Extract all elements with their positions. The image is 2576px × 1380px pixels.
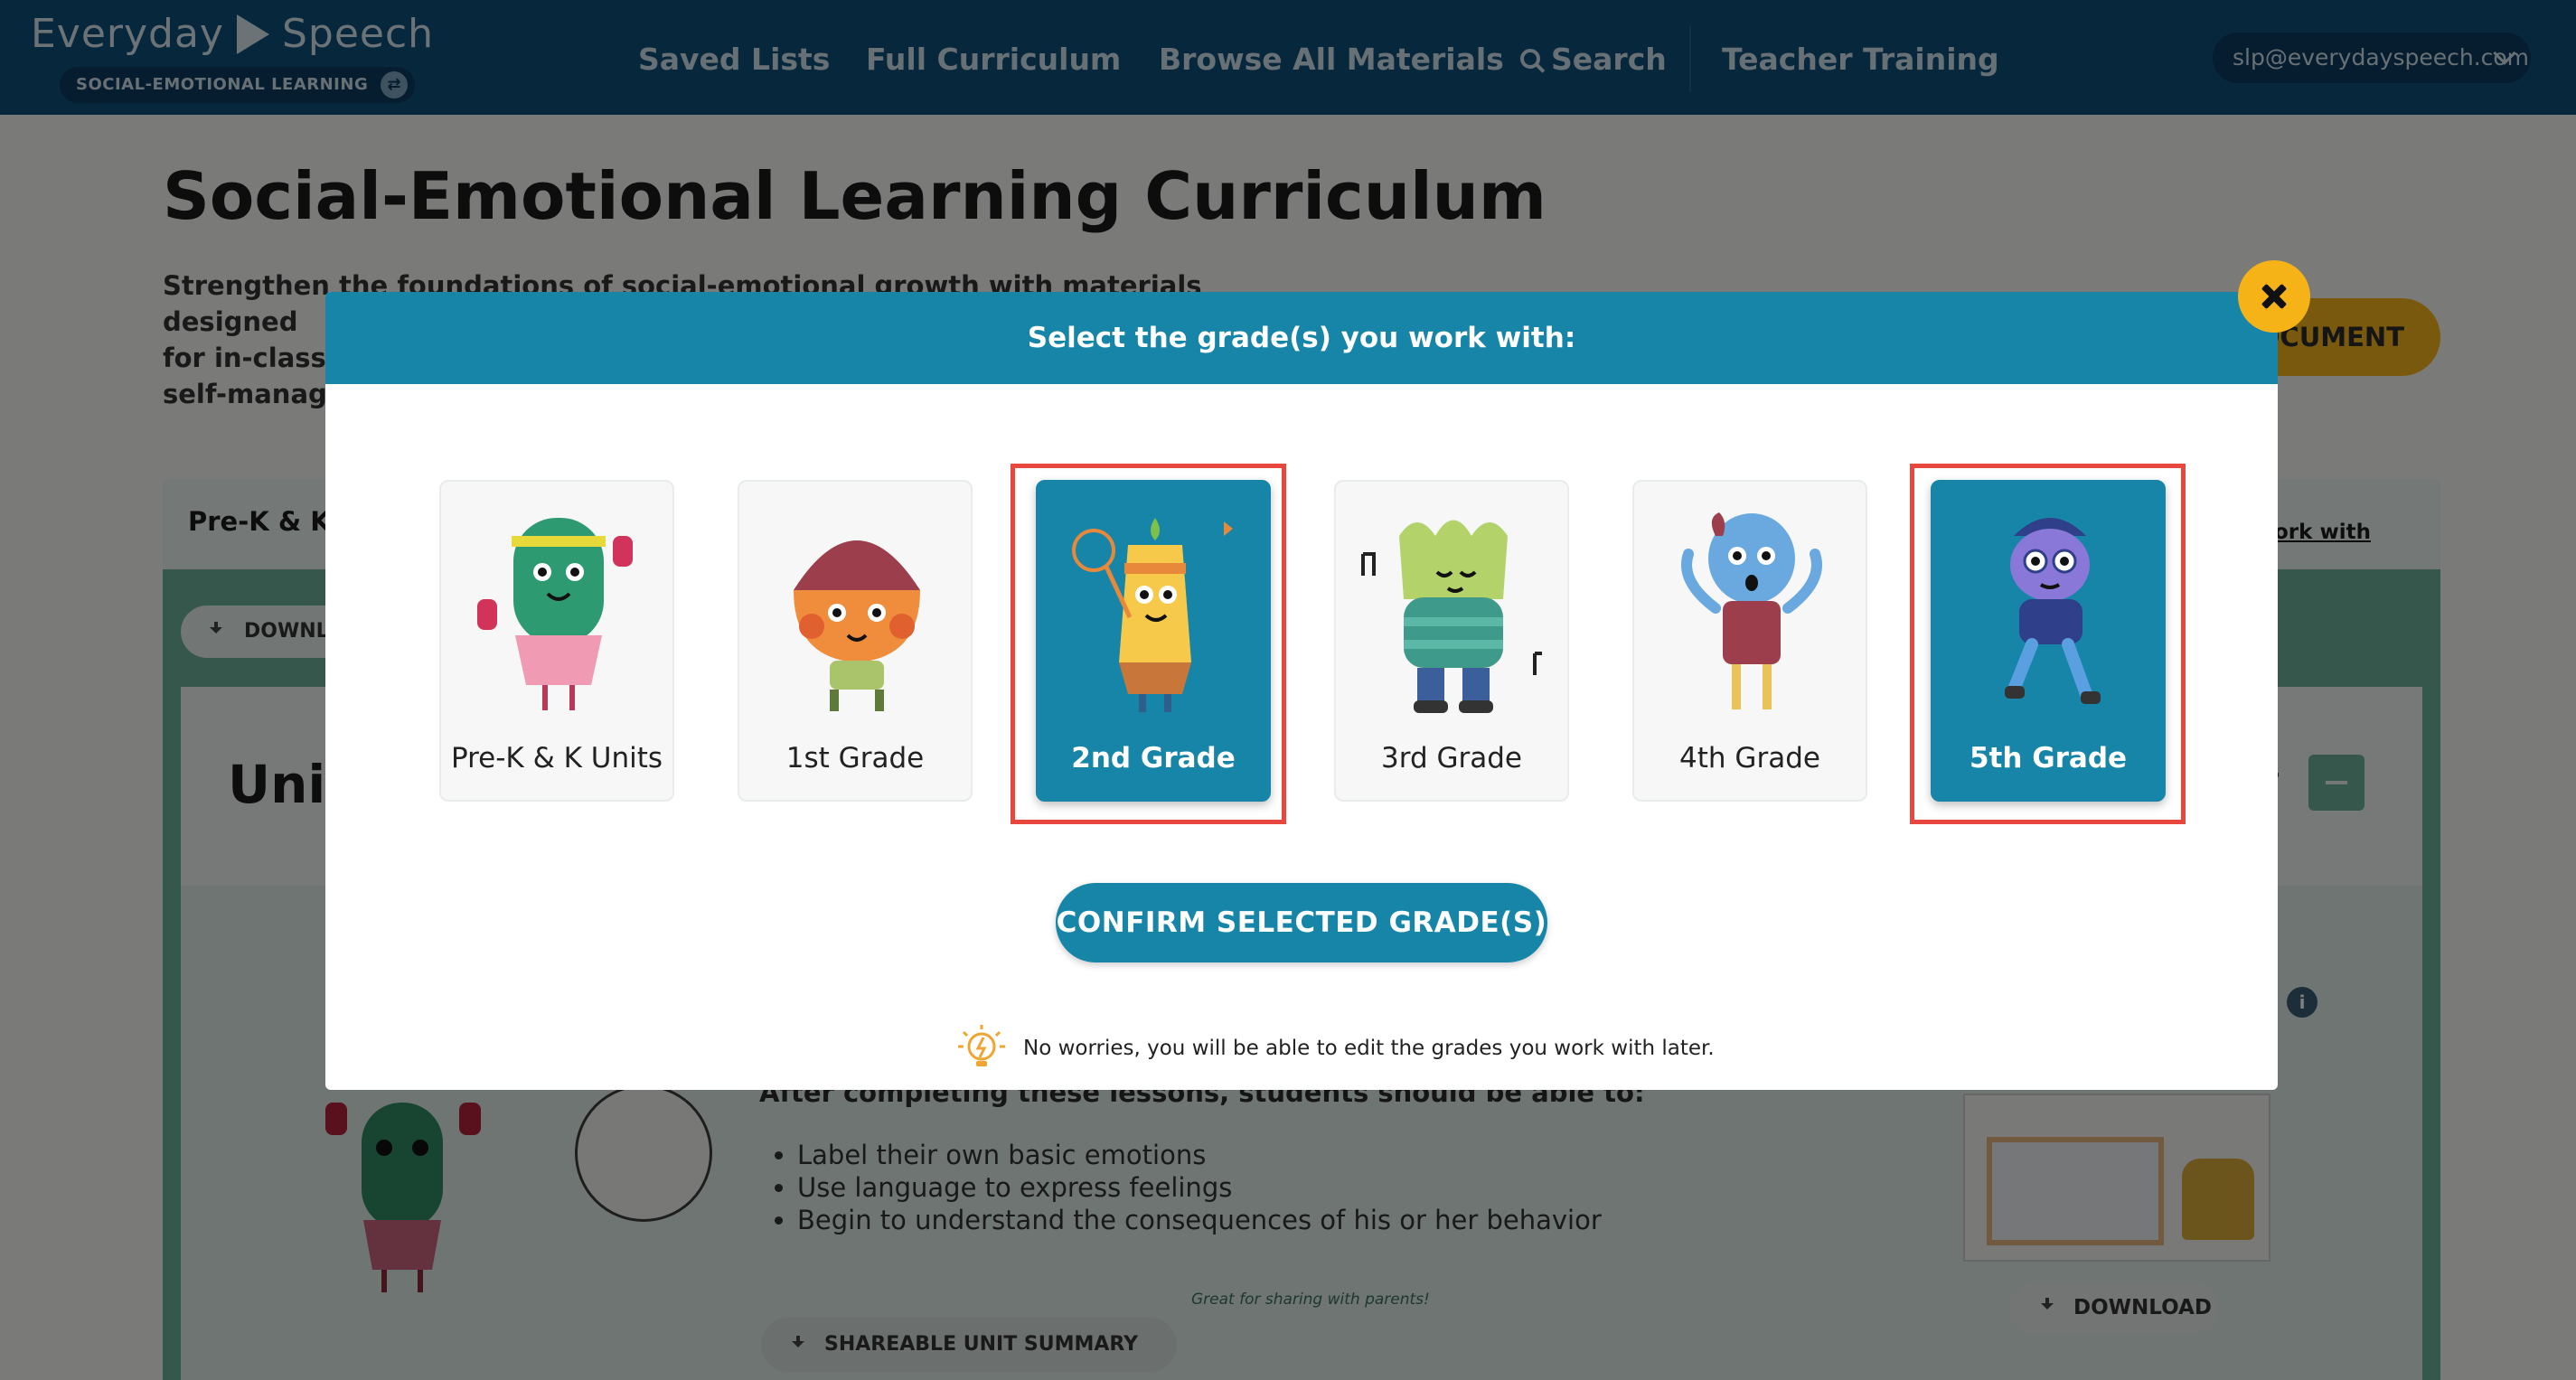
lightbulb-icon: [958, 1025, 1005, 1066]
grade-card-1st[interactable]: 1st Grade: [738, 480, 973, 802]
grade-card-4th[interactable]: 4th Grade: [1632, 480, 1867, 802]
grade-label: Pre-K & K Units: [450, 742, 663, 774]
close-icon[interactable]: [2238, 260, 2310, 333]
modal-header: Select the grade(s) you work with:: [325, 292, 2278, 384]
grade-card-3rd[interactable]: 3rd Grade: [1334, 480, 1569, 802]
grade-label: 1st Grade: [785, 742, 925, 774]
grade-label: 3rd Grade: [1381, 742, 1522, 774]
leaf-character-icon: [1361, 520, 1542, 713]
selection-highlight-2nd: [1011, 464, 1286, 824]
hint-text: No worries, you will be able to edit the…: [1023, 1037, 1715, 1060]
edit-later-hint: No worries, you will be able to edit the…: [956, 1023, 1715, 1074]
confirm-grades-button[interactable]: CONFIRM SELECTED GRADE(S): [1056, 883, 1547, 962]
grade-label: 4th Grade: [1679, 742, 1820, 774]
selection-highlight-5th: [1910, 464, 2186, 824]
acorn-character-icon: [794, 540, 920, 711]
blue-character-icon: [1681, 512, 1822, 709]
grade-card-pre-k[interactable]: Pre-K & K Units: [439, 480, 674, 802]
cactus-character-icon: [477, 518, 633, 710]
